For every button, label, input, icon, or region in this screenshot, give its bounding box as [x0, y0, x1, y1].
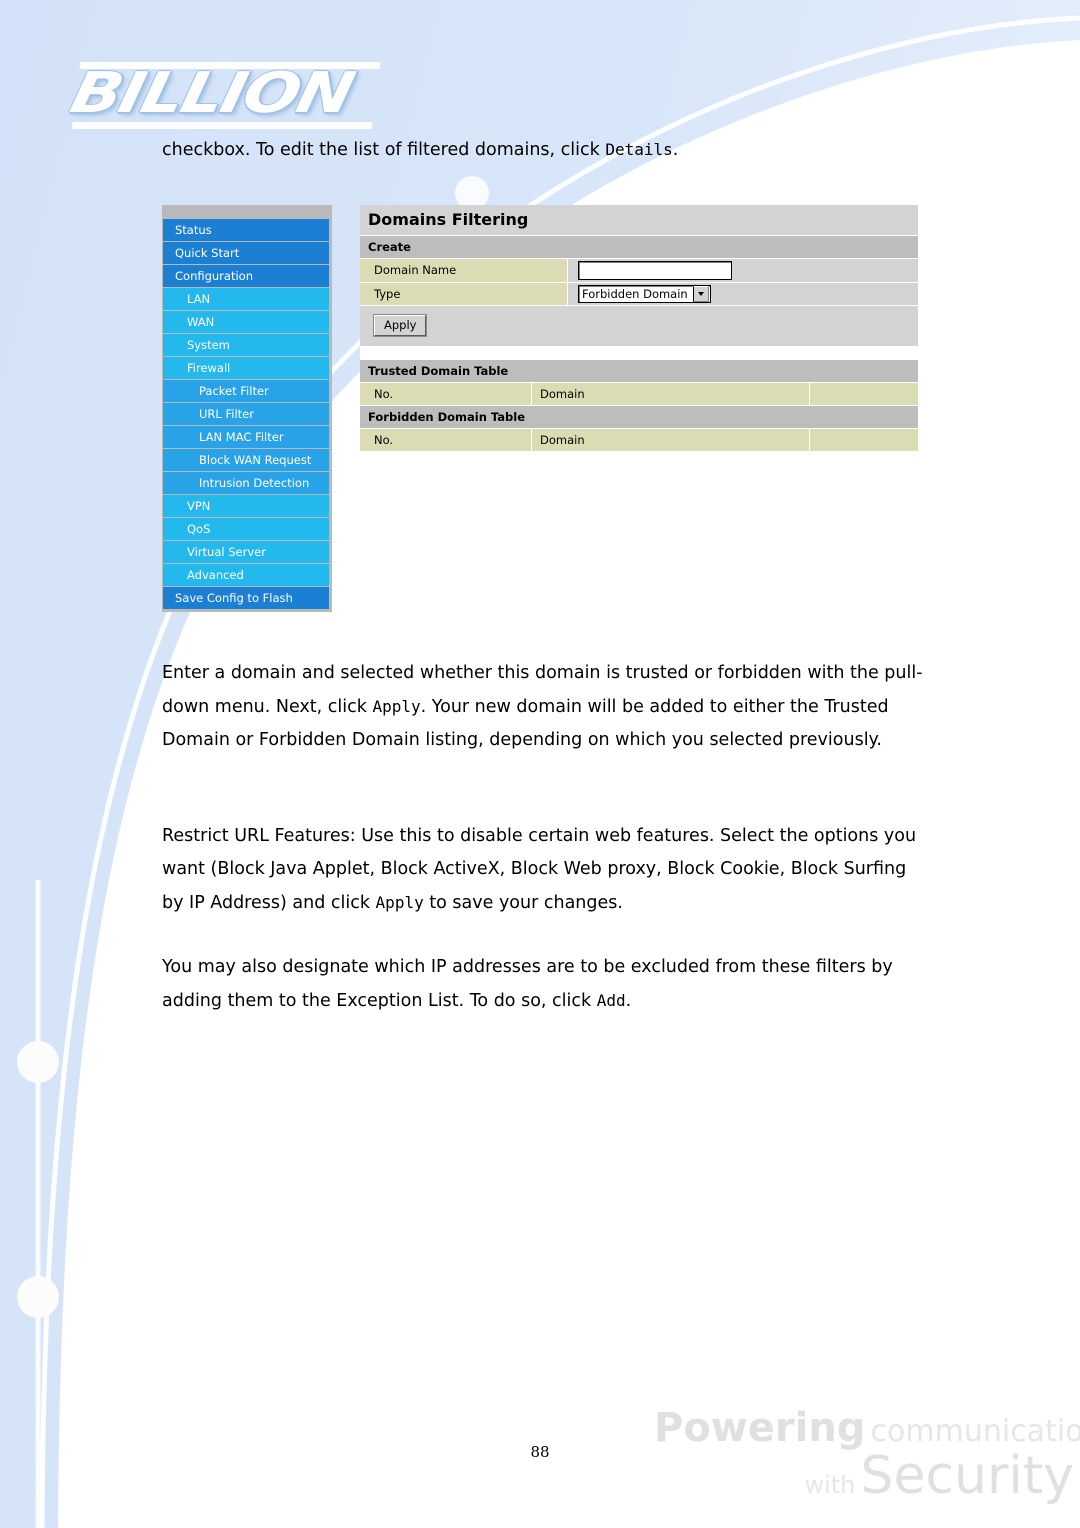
slogan-line-1: Powering communications [654, 1405, 1080, 1451]
sidebar-item-block-wan-request[interactable]: Block WAN Request [163, 449, 329, 471]
sidebar-item-vpn[interactable]: VPN [163, 495, 329, 517]
forbidden-domain-table-columns: No. Domain [360, 429, 918, 452]
sidebar-item-configuration[interactable]: Configuration [163, 265, 329, 287]
apply-button[interactable]: Apply [372, 314, 428, 337]
sidebar-item-status[interactable]: Status [163, 219, 329, 241]
domain-name-input[interactable] [578, 261, 732, 280]
para2-text-2: to save your changes. [423, 893, 623, 913]
apply-button-area: Apply [360, 306, 918, 346]
create-section-header: Create [360, 236, 918, 259]
trusted-col-no: No. [360, 383, 532, 405]
slogan-line-2: with Security [654, 1450, 1074, 1502]
panel-title: Domains Filtering [360, 205, 918, 236]
intro-code-details: Details [605, 140, 673, 159]
para2-code-apply: Apply [375, 893, 424, 912]
slogan-with: with [804, 1471, 856, 1499]
sidebar-item-save-config-to-flash[interactable]: Save Config to Flash [163, 587, 329, 609]
domain-name-label: Domain Name [360, 259, 568, 282]
sidebar-item-firewall[interactable]: Firewall [163, 357, 329, 379]
para1-code-apply: Apply [372, 697, 421, 716]
type-select-value: Forbidden Domain [582, 287, 688, 301]
router-sidebar: Status Quick Start Configuration LAN WAN… [162, 205, 332, 612]
slogan-security: Security [860, 1446, 1074, 1506]
router-main-panel: Domains Filtering Create Domain Name Typ… [360, 205, 918, 452]
slogan-powering: Powering [654, 1405, 866, 1451]
chevron-down-icon[interactable] [692, 286, 709, 302]
sidebar-item-system[interactable]: System [163, 334, 329, 356]
intro-text-before: checkbox. To edit the list of filtered d… [162, 140, 606, 160]
sidebar-item-wan[interactable]: WAN [163, 311, 329, 333]
trusted-domain-table-columns: No. Domain [360, 383, 918, 406]
billion-logo: BILLION [65, 61, 392, 129]
slogan-communications: communications [870, 1414, 1080, 1449]
intro-text-after: . [672, 140, 679, 160]
forbidden-domain-table-header: Forbidden Domain Table [360, 406, 918, 429]
domain-name-field-cell [568, 259, 918, 282]
paragraph-restrict-url-features: Restrict URL Features: Use this to disab… [162, 820, 930, 920]
sidebar-item-packet-filter[interactable]: Packet Filter [163, 380, 329, 402]
trusted-col-domain: Domain [532, 383, 810, 405]
forbidden-col-domain: Domain [532, 429, 810, 451]
para3-text-1: You may also designate which IP addresse… [162, 957, 893, 1011]
sidebar-item-quick-start[interactable]: Quick Start [163, 242, 329, 264]
panel-spacer [360, 346, 918, 360]
logo-bar-bottom [71, 122, 373, 129]
sidebar-item-lan-mac-filter[interactable]: LAN MAC Filter [163, 426, 329, 448]
type-select[interactable]: Forbidden Domain [578, 285, 711, 303]
type-row: Type Forbidden Domain [360, 283, 918, 306]
sidebar-item-advanced[interactable]: Advanced [163, 564, 329, 586]
footer-slogan: Powering communications with Security [654, 1405, 1080, 1502]
para3-text-2: . [625, 991, 632, 1011]
para3-code-add: Add [596, 991, 626, 1010]
type-field-cell: Forbidden Domain [568, 283, 918, 305]
trusted-col-action [810, 383, 918, 405]
forbidden-col-no: No. [360, 429, 532, 451]
intro-paragraph: checkbox. To edit the list of filtered d… [162, 133, 942, 167]
sidebar-item-qos[interactable]: QoS [163, 518, 329, 540]
sidebar-item-lan[interactable]: LAN [163, 288, 329, 310]
type-label: Type [360, 283, 568, 305]
forbidden-col-action [810, 429, 918, 451]
paragraph-exception-list: You may also designate which IP addresse… [162, 951, 930, 1018]
paragraph-enter-domain: Enter a domain and selected whether this… [162, 657, 930, 757]
sidebar-item-url-filter[interactable]: URL Filter [163, 403, 329, 425]
sidebar-item-virtual-server[interactable]: Virtual Server [163, 541, 329, 563]
trusted-domain-table-header: Trusted Domain Table [360, 360, 918, 383]
logo-wordmark: BILLION [64, 61, 359, 126]
sidebar-item-intrusion-detection[interactable]: Intrusion Detection [163, 472, 329, 494]
domain-name-row: Domain Name [360, 259, 918, 283]
